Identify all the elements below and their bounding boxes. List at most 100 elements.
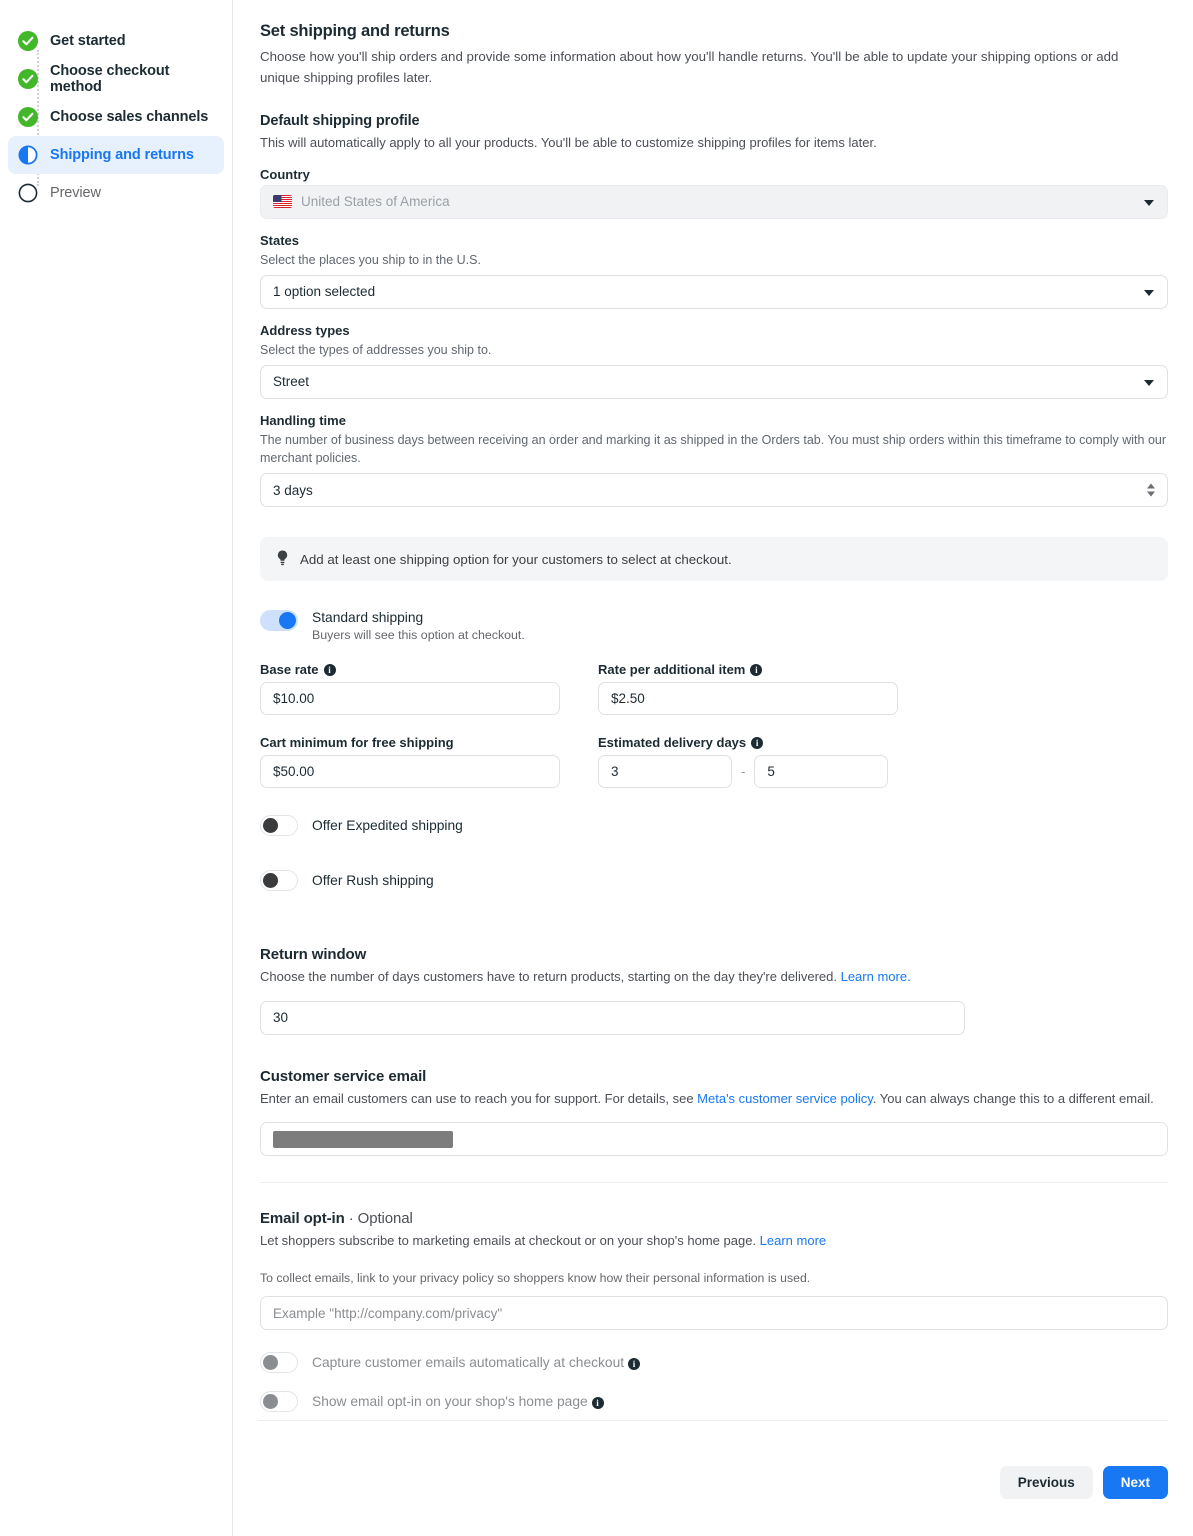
sidebar-item-preview[interactable]: Preview [8,174,224,212]
standard-shipping-title: Standard shipping [312,610,424,626]
base-rate-label-text: Base rate [260,662,319,678]
footer-buttons: Previous Next [258,1466,1168,1499]
customer-service-email-input[interactable] [260,1122,1168,1157]
estimated-delivery-days-label-text: Estimated delivery days [598,735,747,751]
show-optin-toggle[interactable] [260,1391,298,1413]
handling-time-label: Handling time [260,412,346,428]
cse-description-post: . You can always change this to a differ… [872,1090,1154,1106]
return-window-description-text: Choose the number of days customers have… [260,969,837,985]
cart-minimum-label-text: Cart minimum for free shipping [260,735,454,751]
chevron-down-icon [1144,199,1154,206]
stepper-arrows-icon[interactable] [1147,483,1155,497]
rush-shipping-row: Offer Rush shipping [260,869,1168,892]
default-shipping-profile-description: This will automatically apply to all you… [260,135,877,151]
return-window-input[interactable]: 30 [260,1000,965,1035]
half-circle-icon [18,145,38,165]
address-types-value: Street [273,374,310,390]
estimated-delivery-days-max-input[interactable]: 5 [754,755,889,789]
states-help: Select the places you ship to in the U.S… [260,252,481,267]
expedited-shipping-row: Offer Expedited shipping [260,814,1168,837]
rates-row-1: Base rate i $10.00 Rate per additional i… [260,662,1168,716]
shipping-returns-page: Get started Choose checkout method Choos… [0,0,1193,1536]
states-select[interactable]: 1 option selected [260,274,1168,309]
next-button[interactable]: Next [1102,1466,1168,1499]
estimated-delivery-days-max-value: 5 [767,764,775,780]
capture-emails-toggle[interactable] [260,1352,298,1374]
rush-shipping-label: Offer Rush shipping [312,872,434,888]
meta-customer-service-policy-link[interactable]: Meta's customer service policy [697,1091,873,1106]
sidebar-item-shipping-and-returns[interactable]: Shipping and returns [8,136,224,174]
shipping-option-hint-banner: Add at least one shipping option for you… [260,537,1168,582]
banner-text: Add at least one shipping option for you… [300,551,732,567]
info-icon[interactable]: i [627,1357,640,1370]
handling-time-stepper[interactable]: 3 days [260,473,1168,508]
rate-per-additional-item-label: Rate per additional item i [598,662,898,677]
standard-shipping-toggle[interactable] [260,610,298,632]
country-value: United States of America [301,194,450,210]
estimated-delivery-days-min-value: 3 [611,764,619,780]
estimated-delivery-days-field: Estimated delivery days i 3 - 5 [598,735,898,789]
email-optin-description: Let shoppers subscribe to marketing emai… [260,1231,1168,1251]
email-optin-heading: Email opt-in · Optional [260,1210,1168,1227]
address-types-select[interactable]: Street [260,364,1168,399]
chevron-down-icon [1144,289,1154,296]
check-circle-icon [18,107,38,127]
capture-emails-row: Capture customer emails automatically at… [260,1351,1168,1374]
standard-shipping-row: Standard shipping Buyers will see this o… [260,609,1168,642]
page-description: Choose how you'll ship orders and provid… [260,49,1119,85]
sidebar-item-get-started[interactable]: Get started [8,22,224,60]
page-title: Set shipping and returns [260,22,450,40]
return-window-heading: Return window [260,946,367,964]
rates-row-2: Cart minimum for free shipping $50.00 Es… [260,735,1168,789]
estimated-delivery-days-label: Estimated delivery days i [598,735,898,750]
privacy-policy-url-input[interactable]: Example "http://company.com/privacy" [260,1296,1168,1331]
show-optin-row: Show email opt-in on your shop's home pa… [260,1390,1168,1413]
base-rate-value: $10.00 [273,691,315,707]
customer-service-email-description: Enter an email customers can use to reac… [260,1089,1168,1109]
info-icon[interactable]: i [750,663,763,676]
sidebar-item-label: Get started [50,33,126,49]
address-types-label: Address types [260,322,350,338]
cart-minimum-value: $50.00 [273,764,315,780]
check-circle-icon [18,31,38,51]
estimated-delivery-days-min-input[interactable]: 3 [598,755,732,789]
email-optin-heading-text: Email opt-in [260,1210,345,1228]
expedited-shipping-toggle[interactable] [260,815,298,837]
email-optin-description-text: Let shoppers subscribe to marketing emai… [260,1233,757,1249]
rate-per-additional-item-field: Rate per additional item i $2.50 [598,662,898,716]
rate-per-additional-item-input[interactable]: $2.50 [598,682,898,716]
standard-shipping-subtitle: Buyers will see this option at checkout. [312,628,525,643]
lightbulb-icon [276,550,289,569]
check-circle-icon [18,69,38,89]
handling-time-help: The number of business days between rece… [260,432,1167,466]
info-icon[interactable]: i [591,1396,604,1409]
return-window-learn-more-link[interactable]: Learn more. [841,969,911,984]
customer-service-email-heading: Customer service email [260,1067,427,1085]
sidebar-item-choose-sales-channels[interactable]: Choose sales channels [8,98,224,136]
expedited-shipping-label: Offer Expedited shipping [312,817,463,833]
cse-description-pre: Enter an email customers can use to reac… [260,1090,698,1106]
email-optin-optional-badge: · Optional [348,1210,413,1228]
rate-per-additional-item-value: $2.50 [611,691,645,707]
states-value: 1 option selected [273,284,376,300]
email-optin-learn-more-link[interactable]: Learn more [760,1233,826,1248]
info-icon[interactable]: i [323,663,336,676]
privacy-policy-help: To collect emails, link to your privacy … [260,1270,811,1285]
address-types-help: Select the types of addresses you ship t… [260,342,492,357]
cart-minimum-input[interactable]: $50.00 [260,755,560,789]
country-select[interactable]: United States of America [260,184,1168,219]
base-rate-input[interactable]: $10.00 [260,682,560,716]
sidebar-item-choose-checkout-method[interactable]: Choose checkout method [8,60,224,98]
info-icon[interactable]: i [751,736,764,749]
setup-steps-sidebar: Get started Choose checkout method Choos… [0,0,233,1536]
previous-button[interactable]: Previous [999,1466,1093,1499]
states-field: States Select the places you ship to in … [260,233,1168,309]
sidebar-item-label: Choose sales channels [50,109,209,125]
show-optin-label-text: Show email opt-in on your shop's home pa… [312,1393,588,1409]
us-flag-icon [273,195,292,209]
country-field: Country United States of America [260,167,1168,219]
address-types-field: Address types Select the types of addres… [260,323,1168,399]
rush-shipping-toggle[interactable] [260,870,298,892]
capture-emails-label-text: Capture customer emails automatically at… [312,1354,625,1370]
base-rate-field: Base rate i $10.00 [260,662,560,716]
